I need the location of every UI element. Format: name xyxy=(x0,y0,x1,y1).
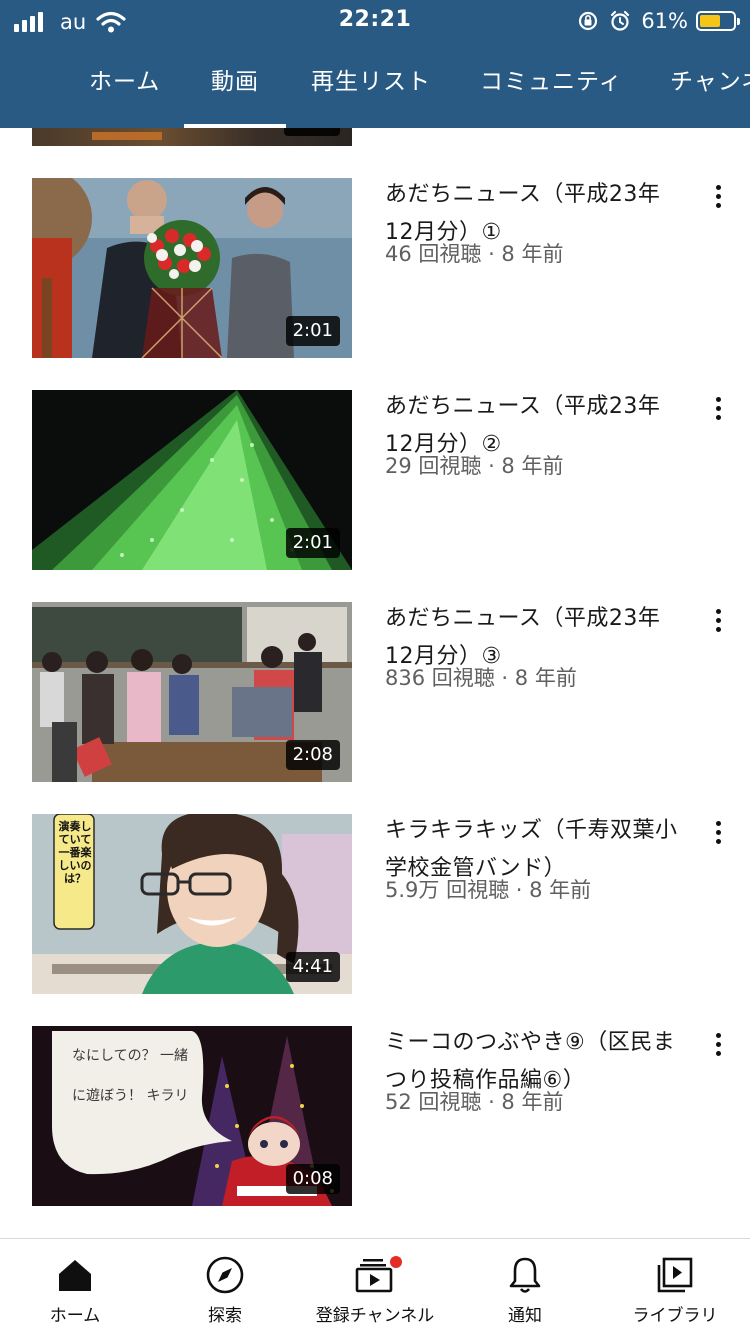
more-options-icon[interactable] xyxy=(700,602,736,638)
video-list: 2:01 あだちニュース（平成23年12月分）① 46 回視聴 · 8 年前 2… xyxy=(0,128,750,1238)
video-meta: 29 回視聴 · 8 年前 xyxy=(385,454,564,478)
video-item[interactable]: 2:01 あだちニュース（平成23年12月分）② 29 回視聴 · 8 年前 xyxy=(0,390,750,570)
nav-home-label: ホーム xyxy=(49,1306,101,1326)
video-thumbnail[interactable]: 演奏していて 一番楽しいのは？ 4:41 xyxy=(32,814,352,994)
video-thumbnail[interactable]: 2:01 xyxy=(32,178,352,358)
channel-tabs: ホーム 動画 再生リスト コミュニティ チャンネル xyxy=(0,44,750,128)
nav-library-label: ライブラリ xyxy=(632,1306,718,1326)
thumbnail-caption: 演奏していて 一番楽しいのは？ xyxy=(58,820,92,885)
battery-percent: 61% xyxy=(641,9,688,33)
nav-subscriptions[interactable]: 登録チャンネル xyxy=(300,1239,450,1334)
nav-home[interactable]: ホーム xyxy=(0,1239,150,1334)
video-item[interactable]: なにしての？ 一緒に遊ぼう！ キラリ 0:08 ミーコのつぶやき⑨（区民まつり投… xyxy=(0,1026,750,1206)
video-duration: 0:08 xyxy=(285,1164,340,1194)
nav-explore[interactable]: 探索 xyxy=(150,1239,300,1334)
youtube-channel-videos-screen: au 22:21 61% ホーム 動画 再生リスト コミュニティ チャン 2:0… xyxy=(0,0,750,1334)
alarm-icon xyxy=(611,10,630,31)
video-thumbnail[interactable]: なにしての？ 一緒に遊ぼう！ キラリ 0:08 xyxy=(32,1026,352,1206)
status-bar: au 22:21 61% xyxy=(0,0,750,44)
library-icon xyxy=(657,1257,693,1293)
tab-channels[interactable]: チャンネル xyxy=(670,44,750,128)
video-meta: 46 回視聴 · 8 年前 xyxy=(385,242,564,266)
compass-icon xyxy=(206,1256,244,1294)
bell-icon xyxy=(509,1257,541,1293)
tab-playlists[interactable]: 再生リスト xyxy=(311,44,431,128)
home-icon xyxy=(59,1260,91,1291)
more-options-icon[interactable] xyxy=(700,1026,736,1062)
nav-explore-label: 探索 xyxy=(208,1306,242,1326)
video-duration: 2:08 xyxy=(285,740,340,770)
nav-subscriptions-label: 登録チャンネル xyxy=(315,1306,435,1326)
video-meta: 52 回視聴 · 8 年前 xyxy=(385,1090,564,1114)
thumbnail-handwriting: なにしての？ 一緒に遊ぼう！ キラリ xyxy=(72,1048,189,1104)
video-item[interactable]: 2:01 あだちニュース（平成23年12月分）① 46 回視聴 · 8 年前 xyxy=(0,178,750,358)
more-options-icon[interactable] xyxy=(700,814,736,850)
battery-level-fill xyxy=(700,15,720,27)
video-meta: 5.9万 回視聴 · 8 年前 xyxy=(385,878,592,902)
bottom-navigation: ホーム 探索 登録チャンネル 通知 ライブラリ xyxy=(0,1238,750,1334)
video-thumbnail[interactable]: 2:08 xyxy=(32,602,352,782)
video-meta: 836 回視聴 · 8 年前 xyxy=(385,666,577,690)
video-duration: 4:41 xyxy=(285,952,340,982)
partial-video-thumbnail[interactable] xyxy=(32,128,352,146)
notification-dot xyxy=(388,1254,404,1270)
nav-notifications-label: 通知 xyxy=(508,1306,542,1326)
battery-icon xyxy=(696,11,740,31)
more-options-icon[interactable] xyxy=(700,178,736,214)
channel-header: au 22:21 61% ホーム 動画 再生リスト コミュニティ チャン xyxy=(0,0,750,128)
tab-home[interactable]: ホーム xyxy=(89,44,160,128)
nav-library[interactable]: ライブラリ xyxy=(600,1239,750,1334)
video-duration: 2:01 xyxy=(285,316,340,346)
more-options-icon[interactable] xyxy=(700,390,736,426)
video-thumbnail[interactable]: 2:01 xyxy=(32,390,352,570)
tab-community[interactable]: コミュニティ xyxy=(480,44,623,128)
status-right: 61% xyxy=(577,8,740,34)
video-item[interactable]: 2:08 あだちニュース（平成23年12月分）③ 836 回視聴 · 8 年前 xyxy=(0,602,750,782)
tab-videos[interactable]: 動画 xyxy=(184,44,286,128)
orientation-lock-icon xyxy=(579,11,598,31)
video-duration: 2:01 xyxy=(285,528,340,558)
video-item[interactable]: 演奏していて 一番楽しいのは？ 4:41 キラキラキッズ（千寿双葉小学校金管バン… xyxy=(0,814,750,994)
nav-notifications[interactable]: 通知 xyxy=(450,1239,600,1334)
